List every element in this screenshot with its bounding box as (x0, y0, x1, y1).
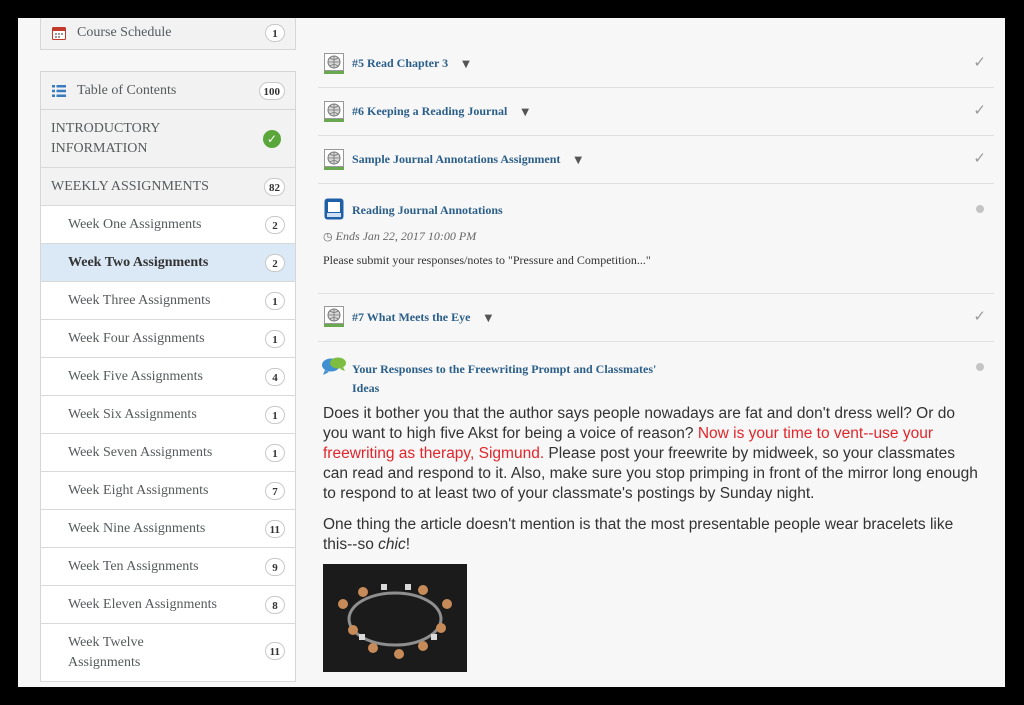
sidebar-item-week-two[interactable]: Week Two Assignments 2 (40, 244, 296, 282)
sidebar-item-week-four[interactable]: Week Four Assignments 1 (40, 320, 296, 358)
count-badge: 1 (265, 329, 285, 348)
item-title-link[interactable]: #6 Keeping a Reading Journal ▼ (352, 104, 529, 119)
count-badge: 9 (265, 557, 285, 576)
clock-icon: ◷ (323, 230, 333, 243)
sidebar-item-label: Week Five Assignments (68, 368, 203, 384)
sidebar-item-label: Week Eight Assignments (68, 482, 209, 498)
sidebar-item-label: Week Ten Assignments (68, 558, 199, 574)
sidebar-item-label: Table of Contents (77, 82, 177, 98)
app-frame: Course Schedule 1 Table of Contents 100 … (18, 18, 1005, 687)
count-badge: 4 (265, 367, 285, 386)
content-item[interactable]: Sample Journal Annotations Assignment ▼ ✓ (318, 136, 994, 184)
content-item[interactable]: #6 Keeping a Reading Journal ▼ ✓ (318, 88, 994, 136)
sidebar-item-week-seven[interactable]: Week Seven Assignments 1 (40, 434, 296, 472)
count-badge: 2 (265, 215, 285, 234)
sidebar-item-label: Week One Assignments (68, 216, 202, 232)
checkmark-icon: ✓ (973, 307, 986, 325)
sidebar-item-week-ten[interactable]: Week Ten Assignments 9 (40, 548, 296, 586)
sidebar-item-week-eleven[interactable]: Week Eleven Assignments 8 (40, 586, 296, 624)
calendar-icon (52, 27, 66, 40)
item-title-link[interactable]: Your Responses to the Freewriting Prompt… (352, 360, 656, 398)
web-link-icon (324, 101, 344, 122)
sidebar-item-label: Course Schedule (77, 25, 172, 40)
count-badge: 11 (264, 519, 285, 538)
checkmark-icon: ✓ (973, 53, 986, 71)
web-link-icon (324, 149, 344, 170)
sidebar-item-week-six[interactable]: Week Six Assignments 1 (40, 396, 296, 434)
sidebar-item-label: Week Seven Assignments (68, 444, 213, 460)
sidebar-item-label: Week Twelve Assignments (68, 634, 144, 670)
sidebar-item-week-nine[interactable]: Week Nine Assignments 11 (40, 510, 296, 548)
web-link-icon (324, 306, 344, 327)
due-date: ◷ Ends Jan 22, 2017 10:00 PM (323, 229, 477, 243)
count-badge: 8 (265, 595, 285, 614)
sidebar-item-week-twelve[interactable]: Week Twelve Assignments 11 (40, 624, 296, 682)
status-dot (976, 363, 984, 371)
content-list: #5 Read Chapter 3 ▼ ✓ #6 Keeping a Readin… (318, 18, 998, 687)
discussion-item[interactable]: Your Responses to the Freewriting Prompt… (318, 342, 994, 687)
chevron-down-icon[interactable]: ▼ (462, 59, 470, 70)
item-title-link[interactable]: Reading Journal Annotations (352, 203, 503, 218)
sidebar-item-week-eight[interactable]: Week Eight Assignments 7 (40, 472, 296, 510)
count-badge: 82 (264, 177, 285, 196)
sidebar-item-table-of-contents[interactable]: Table of Contents 100 (40, 71, 296, 110)
sidebar-item-weekly-assignments[interactable]: WEEKLY ASSIGNMENTS 82 (40, 168, 296, 206)
list-icon (52, 84, 66, 97)
item-title-link[interactable]: #5 Read Chapter 3 ▼ (352, 56, 470, 71)
discussion-note: One thing the article doesn't mention is… (323, 516, 954, 553)
chevron-down-icon[interactable]: ▼ (521, 107, 529, 118)
count-badge: 1 (265, 443, 285, 462)
sidebar-item-course-schedule[interactable]: Course Schedule 1 (40, 18, 296, 50)
status-dot (976, 205, 984, 213)
count-badge: 2 (265, 253, 285, 272)
checkmark-icon: ✓ (973, 149, 986, 167)
item-title-link[interactable]: Sample Journal Annotations Assignment ▼ (352, 152, 582, 167)
count-badge: 7 (265, 481, 285, 500)
count-badge: 1 (265, 405, 285, 424)
bracelet-photo (323, 564, 467, 672)
sidebar-item-week-five[interactable]: Week Five Assignments 4 (40, 358, 296, 396)
chevron-down-icon[interactable]: ▼ (574, 155, 582, 166)
sidebar-item-week-one[interactable]: Week One Assignments 2 (40, 206, 296, 244)
chevron-down-icon[interactable]: ▼ (484, 313, 492, 324)
sidebar-item-label: Week Four Assignments (68, 330, 205, 346)
completed-check-icon: ✓ (263, 129, 281, 148)
sidebar-item-label: Week Nine Assignments (68, 520, 206, 536)
dropbox-icon (324, 198, 344, 220)
web-link-icon (324, 53, 344, 74)
content-item[interactable]: #5 Read Chapter 3 ▼ ✓ (318, 40, 994, 88)
checkmark-icon: ✓ (973, 101, 986, 119)
sidebar-item-label: INTRODUCTORY INFORMATION (51, 120, 161, 156)
content-item[interactable]: Reading Journal Annotations ◷ Ends Jan 2… (318, 184, 994, 294)
sidebar-item-label: Week Two Assignments (68, 254, 209, 270)
count-badge: 1 (265, 24, 285, 42)
content-item[interactable]: #7 What Meets the Eye ▼ ✓ (318, 294, 994, 342)
sidebar-item-label: WEEKLY ASSIGNMENTS (51, 178, 209, 194)
sidebar-item-week-three[interactable]: Week Three Assignments 1 (40, 282, 296, 320)
sidebar-item-introductory-information[interactable]: INTRODUCTORY INFORMATION ✓ (40, 110, 296, 168)
item-title-link[interactable]: #7 What Meets the Eye ▼ (352, 310, 492, 325)
item-description: Please submit your responses/notes to "P… (323, 253, 651, 267)
sidebar-item-label: Week Three Assignments (68, 292, 211, 308)
count-badge: 1 (265, 291, 285, 310)
discussion-prompt: Does it bother you that the author says … (323, 405, 978, 502)
sidebar-item-label: Week Six Assignments (68, 406, 197, 422)
sidebar-item-label: Week Eleven Assignments (68, 596, 217, 612)
sidebar: Course Schedule 1 Table of Contents 100 … (40, 18, 298, 687)
count-badge: 11 (264, 642, 285, 660)
count-badge: 100 (258, 81, 285, 100)
discussion-icon (322, 357, 346, 375)
